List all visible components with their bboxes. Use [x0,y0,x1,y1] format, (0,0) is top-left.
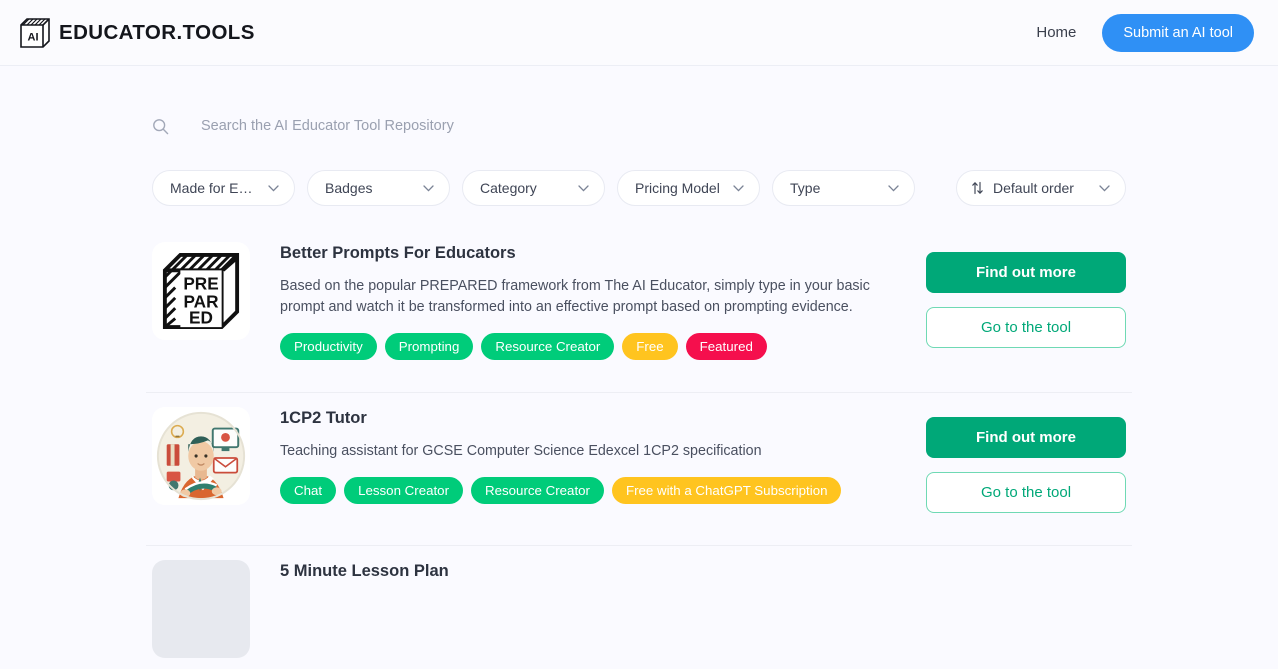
filter-type[interactable]: Type [772,170,915,206]
main-content: Made for Edu... Badges Category Pricing … [146,66,1132,659]
tool-actions [926,560,1126,570]
chevron-down-icon [423,184,434,192]
chevron-down-icon [268,184,279,192]
svg-text:ED: ED [189,308,213,328]
tool-info: 5 Minute Lesson Plan [280,560,896,582]
tool-title[interactable]: Better Prompts For Educators [280,244,896,264]
search-input[interactable] [183,118,1126,134]
tool-info: Better Prompts For Educators Based on th… [280,242,896,361]
find-out-more-button[interactable]: Find out more [926,252,1126,293]
tool-tag[interactable]: Free with a ChatGPT Subscription [611,477,842,505]
tool-info: 1CP2 Tutor Teaching assistant for GCSE C… [280,407,896,505]
chevron-down-icon [578,184,589,192]
tool-title[interactable]: 5 Minute Lesson Plan [280,562,896,582]
header-nav: Home Submit an AI tool [1036,13,1254,52]
brand-logo[interactable]: AI EDUCATOR.TOOLS [18,16,255,50]
tool-card: 1CP2 Tutor Teaching assistant for GCSE C… [146,393,1132,547]
filter-label: Made for Edu... [170,180,260,196]
filter-label: Pricing Model [635,180,720,196]
teacher-illustration-avatar-icon [152,407,250,506]
filter-badges[interactable]: Badges [307,170,450,206]
sort-label: Default order [993,180,1074,196]
tool-tag[interactable]: Productivity [280,333,377,361]
tool-thumbnail[interactable] [152,560,250,659]
tool-thumbnail[interactable] [152,407,250,506]
tool-actions: Find out more Go to the tool [926,407,1126,514]
submit-ai-tool-button[interactable]: Submit an AI tool [1102,13,1254,52]
tool-tag[interactable]: Free [622,333,678,361]
nav-link-home[interactable]: Home [1036,24,1076,41]
sort-arrows-icon [972,181,983,195]
go-to-tool-button[interactable]: Go to the tool [926,307,1126,348]
tool-tag[interactable]: Chat [280,477,337,505]
tool-card: 5 Minute Lesson Plan [146,546,1132,659]
filter-made-for-education[interactable]: Made for Edu... [152,170,295,206]
svg-text:AI: AI [28,31,39,43]
tool-description: Based on the popular PREPARED framework … [280,277,870,315]
sort-order-dropdown[interactable]: Default order [956,170,1126,206]
tool-tag[interactable]: Resource Creator [471,477,604,505]
go-to-tool-button[interactable]: Go to the tool [926,472,1126,514]
tool-title[interactable]: 1CP2 Tutor [280,409,896,429]
tool-list: PRE PAR ED Better Prompts For Educators … [146,228,1132,659]
filter-label: Badges [325,180,373,196]
chevron-down-icon [1099,184,1110,192]
tool-tag[interactable]: Prompting [384,333,474,361]
tool-description: Teaching assistant for GCSE Computer Sci… [280,442,762,459]
chevron-down-icon [888,184,899,192]
search-bar [146,108,1132,144]
svg-text:PRE: PRE [183,273,218,293]
tool-actions: Find out more Go to the tool [926,242,1126,348]
find-out-more-button[interactable]: Find out more [926,417,1126,459]
brand-name: EDUCATOR.TOOLS [59,20,255,44]
filter-pricing-model[interactable]: Pricing Model [617,170,760,206]
filter-category[interactable]: Category [462,170,605,206]
tool-thumbnail[interactable]: PRE PAR ED [152,242,250,340]
tool-card: PRE PAR ED Better Prompts For Educators … [146,228,1132,394]
tool-tag-featured[interactable]: Featured [685,333,767,361]
filter-label: Type [790,180,821,196]
ai-cube-logo-icon: AI [20,17,50,48]
tool-tag[interactable]: Lesson Creator [344,477,464,505]
tool-tag[interactable]: Resource Creator [481,333,615,361]
filter-label: Category [480,180,537,196]
tool-tags: Chat Lesson Creator Resource Creator Fre… [280,477,896,505]
site-header: AI EDUCATOR.TOOLS Home Submit an AI tool [0,0,1278,66]
filter-bar: Made for Edu... Badges Category Pricing … [146,170,1132,206]
tool-tags: Productivity Prompting Resource Creator … [280,333,896,361]
chevron-down-icon [733,184,744,192]
prepared-cube-logo-icon: PRE PAR ED [162,252,240,330]
search-icon [153,118,169,134]
